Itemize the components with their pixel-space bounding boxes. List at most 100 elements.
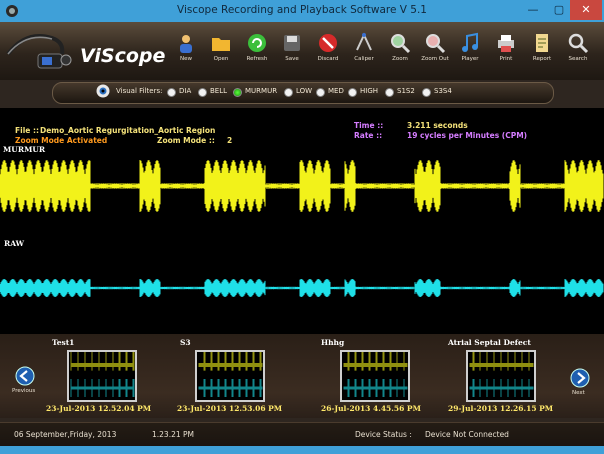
toolbar-button-label: Report <box>532 56 552 62</box>
rate-label: Rate :: <box>354 131 383 140</box>
filter-label-dia[interactable]: DIA <box>179 87 191 95</box>
window-bottom-border <box>0 446 604 454</box>
toolbar-button-label: Save <box>285 56 299 62</box>
zoom-mode-value: 2 <box>227 136 233 145</box>
recording-thumbnail[interactable] <box>340 350 410 402</box>
toolbar-button-print[interactable]: Print <box>490 26 522 74</box>
recording-date: 23-Jul-2013 12.53.06 PM <box>177 404 283 413</box>
recording-thumbnail[interactable] <box>67 350 137 402</box>
printer-icon <box>498 35 514 52</box>
channel-label-murmur: MURMUR <box>3 145 46 154</box>
filter-label-s3s4[interactable]: S3S4 <box>434 87 452 95</box>
recording-date: 23-Jul-2013 12.52.04 PM <box>46 404 152 413</box>
toolbar-button-save[interactable]: Save <box>276 26 308 74</box>
toolbar-button-label: Print <box>499 56 513 62</box>
filter-radio-med[interactable] <box>316 88 325 97</box>
toolbar-button-label: Caliper <box>354 56 374 62</box>
toolbar-button-new[interactable]: New <box>170 26 202 74</box>
device-status-value: Device Not Connected <box>425 430 509 439</box>
status-date: 06 September,Friday, 2013 <box>14 430 117 439</box>
thumbnail-waveform <box>198 352 263 397</box>
filter-radio-high[interactable] <box>348 88 357 97</box>
search-icon <box>568 33 589 54</box>
recording-date: 29-Jul-2013 12.26.15 PM <box>448 404 554 413</box>
filter-radio-low[interactable] <box>284 88 293 97</box>
toolbar-button-player[interactable]: Player <box>454 26 486 74</box>
visual-filters-label: Visual Filters: <box>116 87 163 95</box>
title-bar[interactable]: Viscope Recording and Playback Software … <box>0 0 604 22</box>
recording-name[interactable]: Test1 <box>52 338 74 347</box>
toolbar-button-zoom-out[interactable]: Zoom Out <box>419 26 451 74</box>
filter-label-bell[interactable]: BELL <box>210 87 227 95</box>
refresh-icon <box>248 34 266 52</box>
filter-radio-dia[interactable] <box>167 88 176 97</box>
filter-label-s1s2[interactable]: S1S2 <box>397 87 415 95</box>
filter-radio-s1s2[interactable] <box>385 88 394 97</box>
file-label: File :: <box>15 126 39 135</box>
previous-label[interactable]: Previous <box>12 388 35 394</box>
device-status-label: Device Status : <box>355 430 412 439</box>
eye-icon <box>96 84 110 98</box>
toolbar-button-label: Discard <box>317 56 339 62</box>
toolbar-button-search[interactable]: Search <box>562 26 594 74</box>
music-note-icon <box>462 32 478 52</box>
logo-text: ViScope <box>80 45 165 67</box>
toolbar-button-label: Player <box>461 56 479 62</box>
previous-button[interactable] <box>15 366 35 386</box>
next-button[interactable] <box>570 368 590 388</box>
filter-label-high[interactable]: HIGH <box>360 87 378 95</box>
save-icon <box>284 35 300 51</box>
status-time: 1.23.21 PM <box>152 430 195 439</box>
toolbar-button-open[interactable]: Open <box>205 26 237 74</box>
file-name: Demo_Aortic Regurgitation_Aortic Region <box>40 126 216 135</box>
recording-thumbnail[interactable] <box>466 350 536 402</box>
filter-radio-bell[interactable] <box>198 88 207 97</box>
recording-thumbnail[interactable] <box>195 350 265 402</box>
filter-label-murmur[interactable]: MURMUR <box>245 87 277 95</box>
filter-radio-s3s4[interactable] <box>422 88 431 97</box>
thumbnail-waveform <box>343 352 408 397</box>
toolbar-button-refresh[interactable]: Refresh <box>241 26 273 74</box>
toolbar-button-label: New <box>180 56 192 62</box>
filter-radio-murmur[interactable] <box>233 88 242 97</box>
recording-name[interactable]: Hhhg <box>321 338 344 347</box>
toolbar-button-label: Zoom <box>392 56 408 62</box>
person-icon <box>180 35 192 53</box>
filter-label-med[interactable]: MED <box>328 87 344 95</box>
zoom-mode-label: Zoom Mode :: <box>157 136 215 145</box>
time-label: Time :: <box>354 121 384 130</box>
toolbar-button-report[interactable]: Report <box>526 26 558 74</box>
toolbar-button-discard[interactable]: Discard <box>312 26 344 74</box>
toolbar-button-zoom[interactable]: Zoom <box>384 26 416 74</box>
zoom-out-icon <box>426 34 446 54</box>
time-value: 3.211 seconds <box>407 121 468 130</box>
toolbar-button-label: Zoom Out <box>421 56 449 62</box>
recording-name[interactable]: S3 <box>180 338 191 347</box>
recording-date: 26-Jul-2013 4.45.56 PM <box>321 404 421 413</box>
toolbar-button-label: Open <box>213 56 229 62</box>
rate-value: 19 cycles per Minutes (CPM) <box>407 131 528 140</box>
zoom-in-icon <box>391 34 411 54</box>
close-button[interactable]: ✕ <box>570 0 602 20</box>
toolbar-button-label: Search <box>568 56 588 62</box>
report-icon <box>536 34 548 52</box>
raw-waveform <box>0 279 604 297</box>
channel-label-raw: RAW <box>4 239 25 248</box>
toolbar-button-caliper[interactable]: Caliper <box>348 26 380 74</box>
window-title: Viscope Recording and Playback Software … <box>177 4 427 16</box>
zoom-status: Zoom Mode Activated <box>15 136 108 145</box>
caliper-icon <box>356 32 372 51</box>
app-window: Viscope Recording and Playback Software … <box>0 0 604 454</box>
thumbnail-waveform <box>469 352 534 397</box>
maximize-button[interactable]: ▢ <box>546 0 572 20</box>
filter-label-low[interactable]: LOW <box>296 87 312 95</box>
minimize-button[interactable]: — <box>520 0 546 20</box>
toolbar-button-label: Refresh <box>246 56 268 62</box>
thumbnail-waveform <box>70 352 135 397</box>
folder-icon <box>212 38 230 51</box>
murmur-waveform <box>0 160 604 212</box>
next-label[interactable]: Next <box>572 390 585 396</box>
recording-name[interactable]: Atrial Septal Defect <box>448 338 531 347</box>
viscope-logo: ViScope <box>6 34 165 69</box>
discard-icon <box>319 34 337 52</box>
